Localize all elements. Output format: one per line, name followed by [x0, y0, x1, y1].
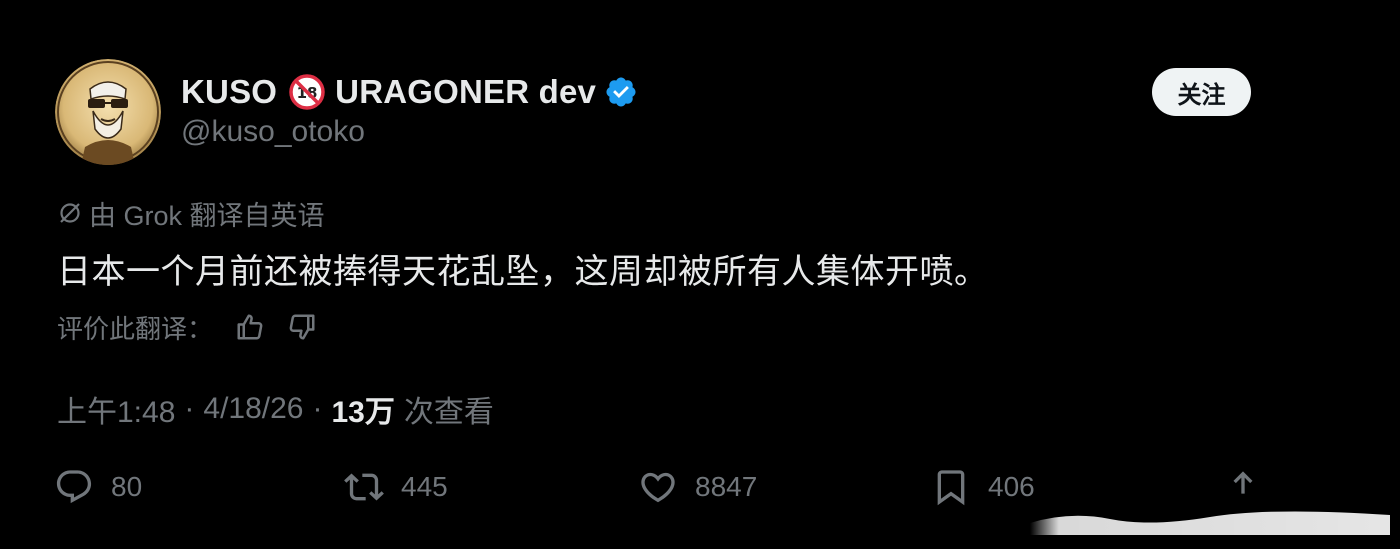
translation-label: 由 Grok 翻译自英语 [89, 200, 325, 231]
meta-separator: · [312, 392, 323, 425]
display-name-part2[interactable]: URAGONER dev [335, 73, 596, 111]
translation-notice: 由 Grok 翻译自英语 [57, 195, 325, 231]
bookmark-button[interactable]: 406 [931, 462, 1035, 512]
verified-badge-icon[interactable] [604, 75, 638, 109]
user-handle[interactable]: @kuso_otoko [181, 115, 365, 149]
follow-button[interactable]: 关注 [1152, 68, 1251, 116]
post-date[interactable]: 4/18/26 [203, 392, 303, 426]
reply-button[interactable]: 80 [54, 462, 142, 512]
bookmark-icon [931, 467, 971, 507]
grok-icon [57, 200, 83, 226]
avatar-image [55, 59, 161, 165]
thumbs-down-icon[interactable] [287, 312, 317, 342]
share-icon [1223, 467, 1263, 507]
tweet-detail: KUSO 18 URAGONER dev @kuso_otoko 关注 由 Gr… [0, 0, 1400, 549]
display-name-part1[interactable]: KUSO [181, 73, 277, 111]
thumbs-up-icon[interactable] [235, 312, 265, 342]
retweet-count: 445 [401, 471, 448, 502]
display-name-row[interactable]: KUSO 18 URAGONER dev [181, 70, 638, 114]
views-count: 13万 [331, 396, 395, 429]
no-under-18-emoji-icon: 18 [289, 74, 325, 110]
meta-separator: · [184, 392, 195, 425]
views-label: 次查看 [403, 396, 494, 429]
like-count: 8847 [695, 471, 758, 502]
rate-translation-label: 评价此翻译： [57, 313, 214, 344]
heart-icon [638, 467, 678, 507]
like-button[interactable]: 8847 [638, 462, 757, 512]
reply-icon [54, 467, 94, 507]
retweet-icon [344, 467, 384, 507]
rate-translation: 评价此翻译： [57, 307, 317, 347]
reply-count: 80 [111, 471, 143, 502]
post-time[interactable]: 上午1:48 [57, 387, 175, 431]
watermark-overlay [1030, 511, 1390, 535]
avatar[interactable] [55, 59, 161, 165]
tweet-text: 日本一个月前还被捧得天花乱坠，这周却被所有人集体开喷。 [57, 253, 989, 291]
bookmark-count: 406 [988, 471, 1035, 502]
post-metadata: 上午1:48 · 4/18/26 · 13万 次查看 [57, 388, 494, 430]
retweet-button[interactable]: 445 [344, 462, 448, 512]
